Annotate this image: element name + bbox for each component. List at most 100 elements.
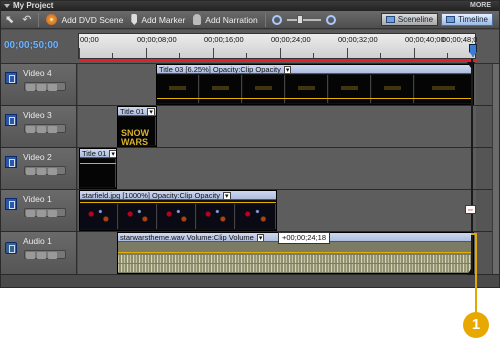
clip-name: Title 03 [6.25%] Opacity:Clip Opacity <box>159 65 281 74</box>
add-marker-label: Add Marker <box>141 14 186 25</box>
trim-cursor-icon[interactable]: ⇔ <box>465 205 476 214</box>
collapse-arrow-icon[interactable] <box>4 4 10 8</box>
trim-time-tooltip: +00;00;24;18 <box>278 232 331 244</box>
title-clip[interactable]: Title 01 ▾ SNOW WARS <box>117 106 157 147</box>
add-narration-label: Add Narration <box>205 14 258 25</box>
clip-frame <box>119 204 157 229</box>
panel-title: My Project <box>13 1 54 10</box>
ruler-tick-label: 00;00;40;00 <box>405 35 445 44</box>
video-track-icon[interactable] <box>5 72 17 84</box>
ruler-tick <box>380 53 381 58</box>
clip-header[interactable]: Title 03 [6.25%] Opacity:Clip Opacity ▾ <box>157 65 473 74</box>
track-header: Audio 1 <box>1 232 77 274</box>
add-narration-button[interactable]: Add Narration <box>189 12 261 28</box>
snow-wars-title-text: SNOW WARS <box>121 129 149 147</box>
add-dvd-scene-label: Add DVD Scene <box>61 14 124 25</box>
ruler-tick <box>112 53 113 58</box>
track-keyframe-controls[interactable] <box>24 166 66 175</box>
callout-connector <box>475 233 477 315</box>
track-audio-1: Audio 1 starwarstheme.wav Volume:Clip Vo… <box>1 232 499 275</box>
clip-menu-icon[interactable]: ▾ <box>222 192 231 199</box>
marker-icon <box>131 14 138 25</box>
ruler-row: 00;00;50;00 00;00 00;00;08;00 00;00;16;0… <box>1 30 499 64</box>
zoom-slider-thumb[interactable] <box>296 14 303 24</box>
opacity-line[interactable] <box>80 202 276 203</box>
track-keyframe-controls[interactable] <box>24 82 66 91</box>
clip-menu-icon[interactable]: ▾ <box>256 234 265 241</box>
add-dvd-scene-button[interactable]: Add DVD Scene <box>42 12 127 28</box>
clip-name: Title 01 <box>120 107 145 116</box>
sceneline-button[interactable]: Sceneline <box>380 13 439 26</box>
track-video-4: Video 4 Title 03 [6.25%] Opacity:Clip Op… <box>1 64 499 106</box>
clip-menu-icon[interactable]: ▾ <box>283 66 292 73</box>
microphone-icon <box>193 14 202 25</box>
clip-frame <box>80 204 118 229</box>
track-content: Title 03 [6.25%] Opacity:Clip Opacity ▾ <box>78 64 476 105</box>
ruler-tick <box>179 53 180 58</box>
track-video-1: Video 1 starfield.jpg [1000%] Opacity:Cl… <box>1 190 499 232</box>
clip-menu-icon[interactable]: ▾ <box>147 108 155 115</box>
timeline-toolbar: ⬉ ↶ Add DVD Scene Add Marker Add Narrati… <box>1 11 499 29</box>
ruler-tick <box>447 53 448 58</box>
track-keyframe-controls[interactable] <box>24 208 66 217</box>
clip-frame <box>158 204 196 229</box>
playhead-marker[interactable] <box>469 44 477 57</box>
track-header: Video 4 <box>1 64 77 105</box>
ruler-tick <box>313 53 314 58</box>
panel-titlebar[interactable]: My Project MORE <box>1 1 499 11</box>
clip-header[interactable]: Title 01 ▾ <box>118 107 156 116</box>
opacity-line[interactable] <box>157 98 473 99</box>
video-track-icon[interactable] <box>5 156 17 168</box>
vertical-scrollbar[interactable] <box>492 64 499 274</box>
timeline-icon <box>446 16 456 23</box>
track-header: Video 2 <box>1 148 77 189</box>
track-label: Video 1 <box>23 194 52 204</box>
work-area-bar[interactable] <box>79 59 477 61</box>
ruler-tick-label: 00;00;16;00 <box>204 35 244 44</box>
ruler-tick <box>213 48 214 58</box>
track-content: Title 01 ▾ SNOW WARS <box>78 106 476 147</box>
clip-name: starwarstheme.wav Volume:Clip Volume <box>120 233 254 242</box>
zoom-slider[interactable] <box>286 14 321 24</box>
sceneline-icon <box>385 16 395 23</box>
tool-select-button[interactable]: ⬉ <box>1 12 18 28</box>
current-timecode[interactable]: 00;00;50;00 <box>4 39 74 53</box>
clip-frame <box>197 204 235 229</box>
ruler-tick <box>146 48 147 58</box>
timeline-button[interactable]: Timeline <box>441 13 493 26</box>
clip-header[interactable]: Title 01 ▾ <box>80 149 116 158</box>
add-marker-button[interactable]: Add Marker <box>127 12 189 28</box>
track-label: Video 3 <box>23 110 52 120</box>
video-track-icon[interactable] <box>5 114 17 126</box>
callout-badge: 1 <box>463 312 489 338</box>
track-header: Video 1 <box>1 190 77 231</box>
selection-tool-icon: ⬉ <box>5 13 15 26</box>
track-label: Audio 1 <box>23 236 52 246</box>
time-ruler[interactable]: 00;00 00;00;08;00 00;00;16;00 00;00;24;0… <box>78 33 477 61</box>
undo-icon: ↶ <box>22 13 32 26</box>
time-indicator-top-icon <box>467 62 475 68</box>
volume-line[interactable] <box>118 252 473 253</box>
video-track-icon[interactable] <box>5 198 17 210</box>
track-header: Video 3 <box>1 106 77 147</box>
more-menu-button[interactable]: MORE <box>470 1 491 11</box>
clip-header[interactable]: starfield.jpg [1000%] Opacity:Clip Opaci… <box>80 191 276 200</box>
title-clip[interactable]: Title 01 ▾ <box>79 148 117 189</box>
zoom-in-icon[interactable] <box>325 14 336 25</box>
clip-frame <box>236 204 276 229</box>
tool-undo-button[interactable]: ↶ <box>18 12 35 28</box>
track-keyframe-controls[interactable] <box>24 250 66 259</box>
speaker-icon[interactable] <box>5 242 17 254</box>
title-text-line: WARS <box>121 137 148 147</box>
current-time-line[interactable] <box>471 59 473 275</box>
image-clip[interactable]: starfield.jpg [1000%] Opacity:Clip Opaci… <box>79 190 277 231</box>
ruler-tick <box>246 53 247 58</box>
zoom-out-icon[interactable] <box>271 14 282 25</box>
track-keyframe-controls[interactable] <box>24 124 66 133</box>
track-content: starwarstheme.wav Volume:Clip Volume ▾ +0… <box>78 232 476 274</box>
ruler-tick <box>414 48 415 58</box>
opacity-line[interactable] <box>80 163 116 164</box>
title-clip[interactable]: Title 03 [6.25%] Opacity:Clip Opacity ▾ <box>156 64 474 105</box>
audio-waveform <box>118 255 473 263</box>
clip-menu-icon[interactable]: ▾ <box>109 150 116 157</box>
